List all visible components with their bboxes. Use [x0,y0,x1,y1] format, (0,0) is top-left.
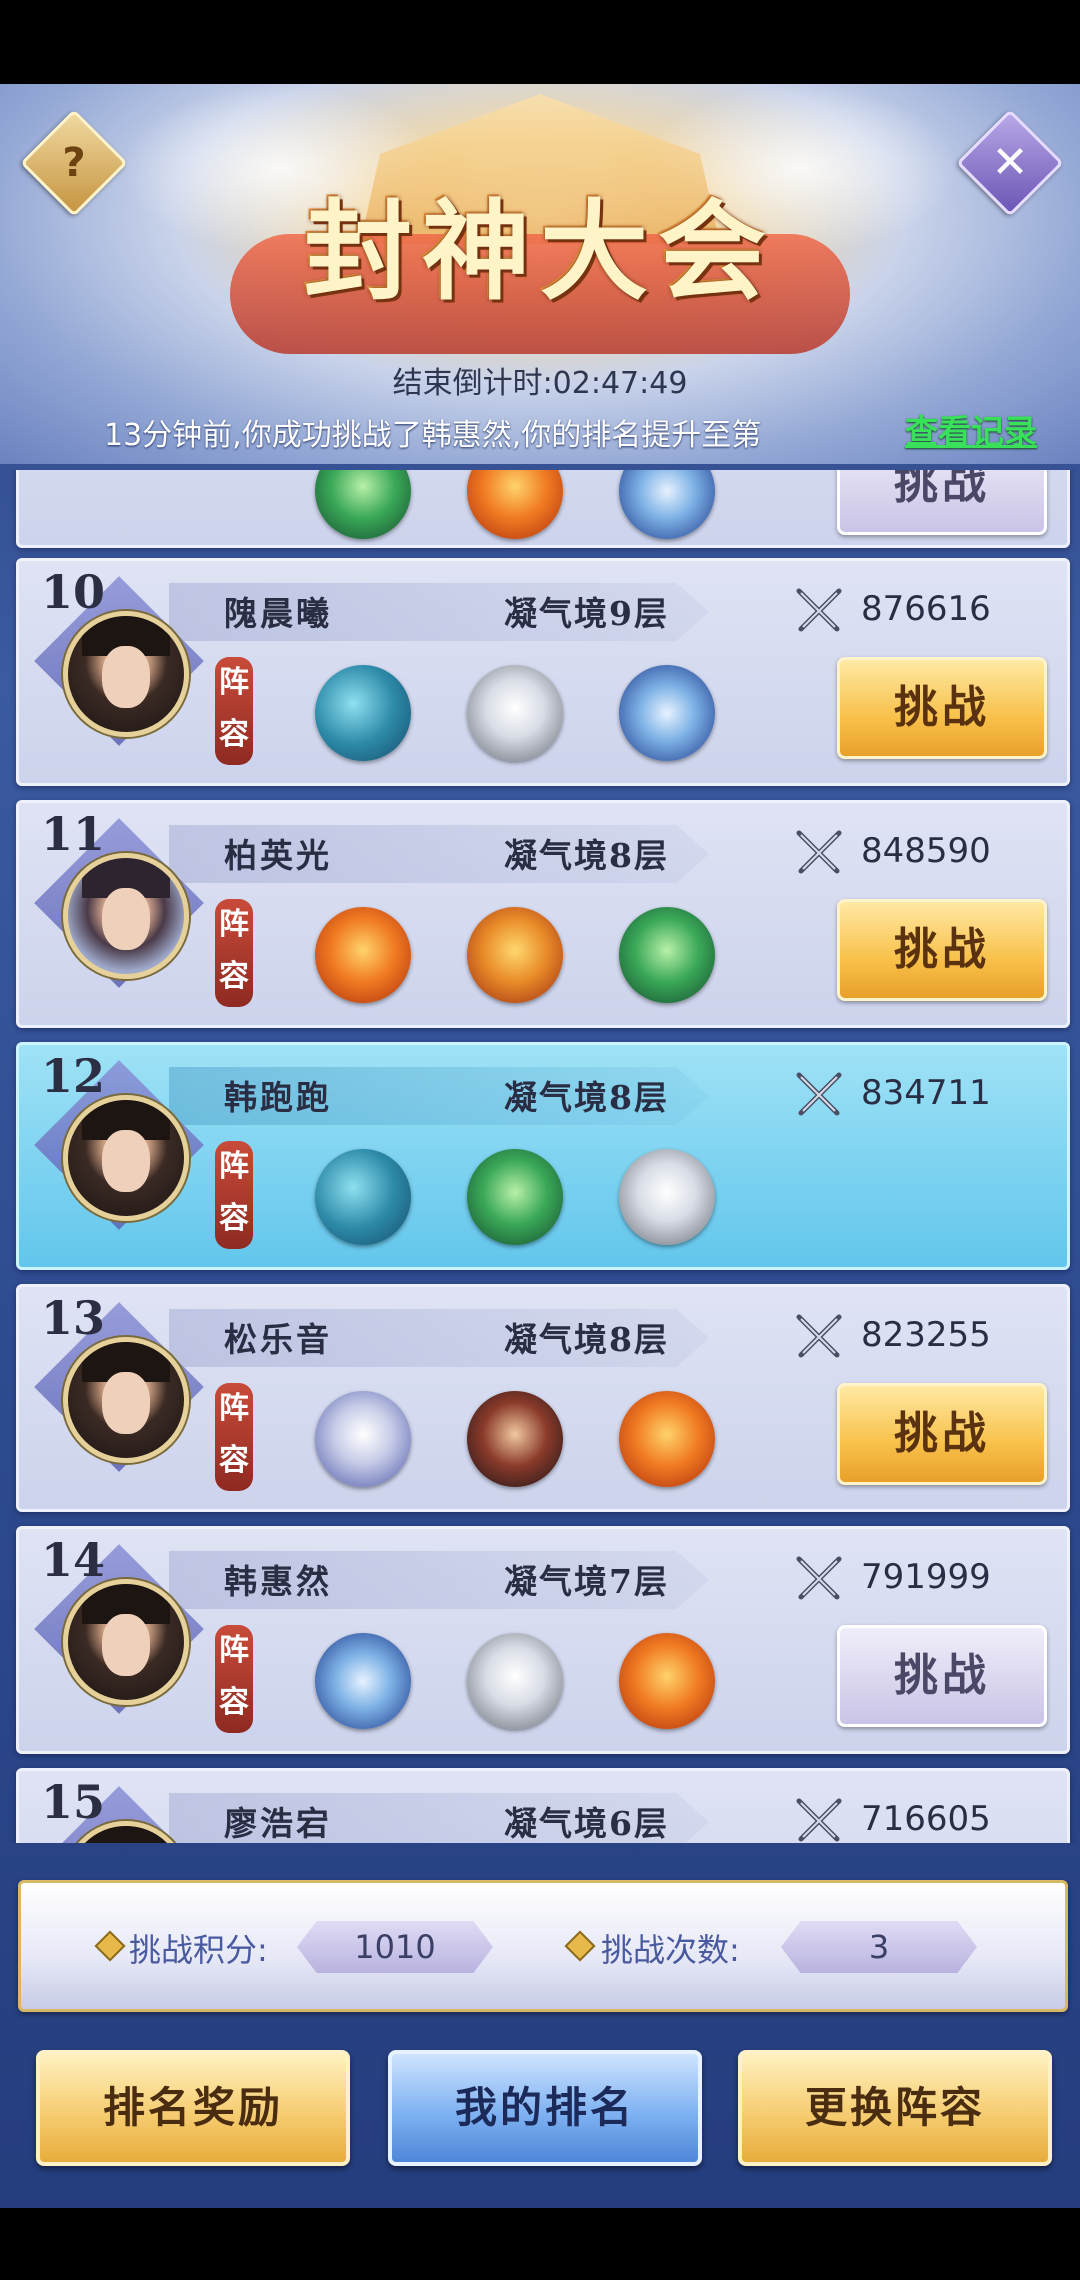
count-label: 挑战次数: [601,1931,740,1969]
avatar-face [102,888,150,950]
player-avatar[interactable] [63,1579,189,1705]
challenge-button[interactable]: 挑战 [837,1383,1047,1485]
beast-icon [467,470,563,539]
player-avatar[interactable] [63,1095,189,1221]
rank-number: 11 [41,807,106,861]
points-label: 挑战积分: [129,1931,268,1969]
count-value: 3 [781,1921,977,1973]
rank-number: 15 [41,1775,106,1829]
beast-icon-phoenix[interactable] [619,1391,715,1487]
combat-power: 834711 [861,1073,991,1113]
challenge-stats-panel: 挑战积分: 1010 挑战次数: 3 [18,1880,1068,2012]
crossed-swords-icon [791,583,847,639]
lineup-tag[interactable]: 阵 容 [215,899,253,1007]
combat-power: 876616 [861,589,991,629]
countdown-timer: 结束倒计时:02:47:49 [392,366,688,401]
ranking-list[interactable]: 挑战 10 隗晨曦 凝气境9层 876616 阵 容挑战 11 柏英光 凝气境8层 848590… [0,470,1080,1843]
beast-icon [315,470,411,539]
ranking-row: 14 韩惠然 凝气境7层 791999 阵 容 挑战 [16,1526,1070,1754]
beast-icon-dragon-green[interactable] [619,907,715,1003]
challenge-button[interactable]: 挑战 [837,899,1047,1001]
beast-icon-beast-dark[interactable] [467,1391,563,1487]
ranking-row-partial: 挑战 [16,470,1070,548]
event-title: 封神大会 [303,189,776,315]
crossed-swords-icon [791,1793,847,1843]
status-bar-area [0,0,1080,84]
ranking-row: 10 隗晨曦 凝气境9层 876616 阵 容 挑战 [16,558,1070,786]
player-avatar[interactable] [63,1337,189,1463]
question-icon: ? [62,140,86,186]
rank-number: 13 [41,1291,106,1345]
view-record-link[interactable]: 查看记录 [905,405,1037,453]
beast-icon-phoenix[interactable] [315,907,411,1003]
crossed-swords-icon [791,825,847,881]
beast-icon-phoenix[interactable] [619,1633,715,1729]
player-avatar[interactable] [63,611,189,737]
player-realm: 凝气境9层 [504,594,669,633]
player-name: 松乐音 [224,1320,332,1359]
player-realm: 凝气境8层 [504,1320,669,1359]
avatar-face [102,1372,150,1434]
challenge-button[interactable]: 挑战 [837,1625,1047,1727]
crossed-swords-icon [791,1551,847,1607]
points-value: 1010 [297,1921,493,1973]
lineup-tag[interactable]: 阵 容 [215,1625,253,1733]
beast-icon-tiger[interactable] [619,1149,715,1245]
player-name: 廖浩宕 [224,1804,332,1843]
player-name: 韩跑跑 [224,1078,332,1117]
player-name: 柏英光 [224,836,332,875]
beast-icon-tiger[interactable] [467,665,563,761]
avatar-hair [82,1826,170,1843]
player-realm: 凝气境8层 [504,836,669,875]
player-avatar[interactable] [63,853,189,979]
change-lineup-button[interactable]: 更换阵容 [738,2050,1052,2166]
lineup-tag[interactable]: 阵 容 [215,1383,253,1491]
player-realm: 凝气境8层 [504,1078,669,1117]
beast-icon-tiger[interactable] [467,1633,563,1729]
combat-power: 823255 [861,1315,991,1355]
challenge-button[interactable]: 挑战 [837,657,1047,759]
beast-icon-dragon-blue[interactable] [619,665,715,761]
ranking-row: 13 松乐音 凝气境8层 823255 阵 容 挑战 [16,1284,1070,1512]
nav-bar-area [0,2208,1080,2280]
avatar-face [102,1614,150,1676]
beast-icon-dragon-green[interactable] [467,1149,563,1245]
avatar-face [102,646,150,708]
ranking-row: 11 柏英光 凝气境8层 848590 阵 容 挑战 [16,800,1070,1028]
combat-power: 791999 [861,1557,991,1597]
rank-number: 12 [41,1049,106,1103]
challenge-button[interactable]: 挑战 [837,470,1047,535]
crossed-swords-icon [791,1309,847,1365]
player-name: 隗晨曦 [224,594,332,633]
diamond-bullet-icon [564,1930,596,1962]
beast-icon-dragon-gold[interactable] [467,907,563,1003]
beast-icon-whale[interactable] [315,1149,411,1245]
avatar-face [102,1130,150,1192]
ranking-row-self: 12 韩跑跑 凝气境8层 834711 阵 容 [16,1042,1070,1270]
rank-number: 14 [41,1533,106,1587]
ranking-row: 15 廖浩宕 凝气境6层 716605 [16,1768,1070,1843]
beast-icon [619,470,715,539]
player-realm: 凝气境7层 [504,1562,669,1601]
player-name: 韩惠然 [224,1562,332,1601]
beast-icon-dragon-blue[interactable] [315,1633,411,1729]
battle-notice: 13分钟前,你成功挑战了韩惠然,你的排名提升至第 [104,418,762,453]
rank-number: 10 [41,565,106,619]
combat-power: 848590 [861,831,991,871]
beast-icon-wolf[interactable] [315,1391,411,1487]
lineup-tag[interactable]: 阵 容 [215,657,253,765]
diamond-bullet-icon [94,1930,126,1962]
game-screen: 封神大会 ? ✕ 结束倒计时:02:47:49 13分钟前,你成功挑战了韩惠然,… [0,0,1080,2280]
combat-power: 716605 [861,1799,991,1839]
close-icon: ✕ [991,137,1029,188]
beast-icon-whale[interactable] [315,665,411,761]
crossed-swords-icon [791,1067,847,1123]
lineup-tag[interactable]: 阵 容 [215,1141,253,1249]
rank-reward-button[interactable]: 排名奖励 [36,2050,350,2166]
player-realm: 凝气境6层 [504,1804,669,1843]
my-rank-button[interactable]: 我的排名 [388,2050,702,2166]
